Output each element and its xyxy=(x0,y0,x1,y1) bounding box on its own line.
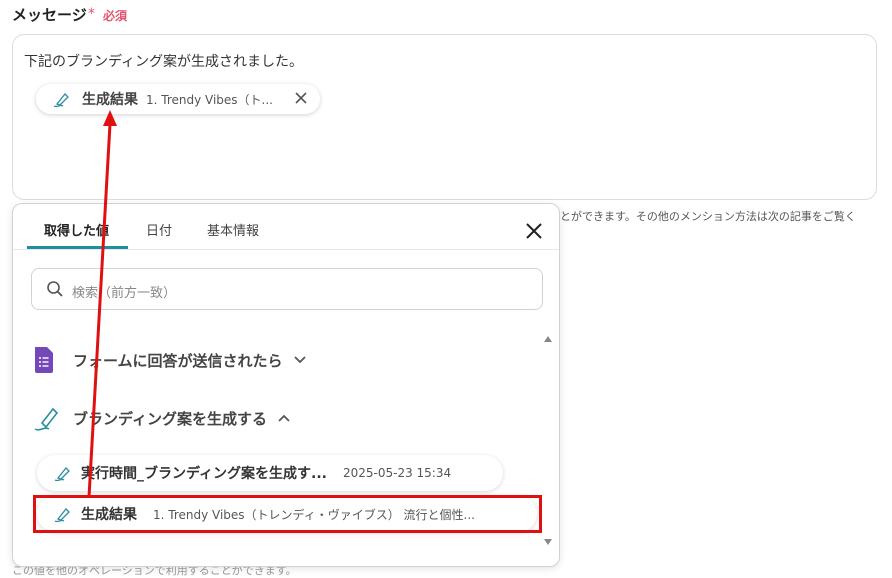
annotation-arrow xyxy=(87,110,117,498)
